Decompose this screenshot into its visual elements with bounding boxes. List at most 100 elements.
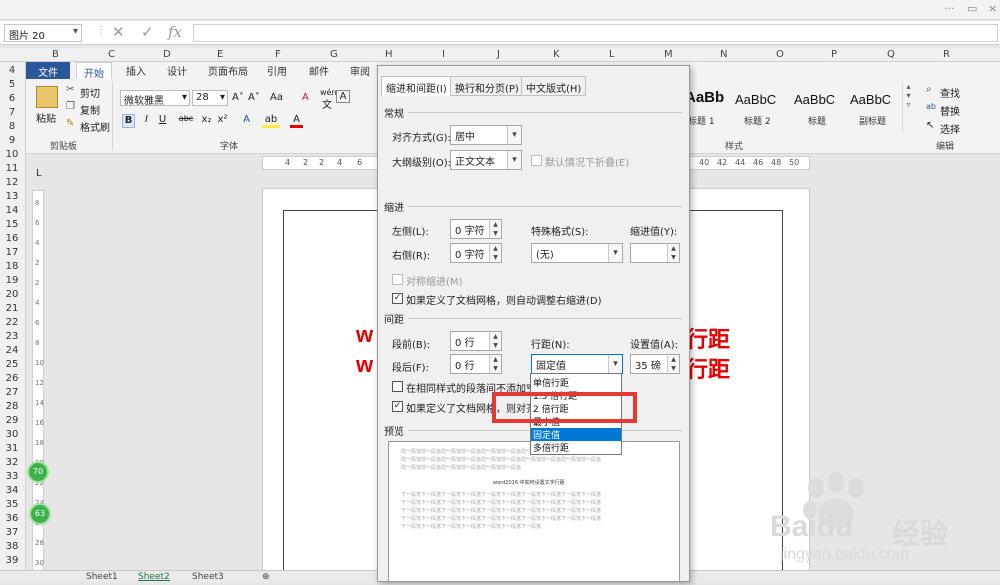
document-text[interactable]: w [356, 352, 373, 378]
format-painter-icon[interactable]: ✎ [66, 118, 74, 129]
chevron-down-icon[interactable]: ▾ [608, 244, 622, 262]
row-label[interactable]: 28 [0, 401, 24, 412]
replace-icon[interactable]: ab [926, 102, 936, 111]
line-spacing-select[interactable]: 固定值 ▾ [531, 354, 623, 374]
vertical-ruler[interactable]: 864224681012141618202224262830 70 63 [27, 190, 51, 582]
row-label[interactable]: 11 [0, 163, 24, 174]
char-border-button[interactable]: A [336, 90, 350, 103]
row-label[interactable]: 37 [0, 527, 24, 538]
column-label[interactable]: N [720, 49, 727, 60]
column-label[interactable]: F [275, 49, 281, 60]
row-label[interactable]: 15 [0, 219, 24, 230]
text-effects-button[interactable]: A [240, 114, 253, 128]
space-before-input[interactable]: 0 行 ▲ ▼ [450, 331, 502, 351]
row-label[interactable]: 23 [0, 331, 24, 342]
spin-icon[interactable]: ▲ ▼ [667, 355, 679, 373]
tab-mailings[interactable]: 邮件 [309, 63, 329, 78]
paste-icon[interactable] [36, 86, 58, 108]
tab-home[interactable]: 开始 [76, 62, 112, 80]
row-label[interactable]: 5 [0, 79, 24, 90]
drag-handle-icon[interactable]: ⋮ [96, 25, 106, 36]
column-label[interactable]: L [609, 49, 615, 60]
row-label[interactable]: 13 [0, 191, 24, 202]
row-label[interactable]: 39 [0, 555, 24, 566]
chevron-down-icon[interactable]: ▾ [73, 26, 78, 37]
row-label[interactable]: 32 [0, 457, 24, 468]
tab-asian-typography[interactable]: 中文版式(H) [521, 76, 587, 96]
column-label[interactable]: K [553, 49, 560, 60]
row-label[interactable]: 20 [0, 289, 24, 300]
sheet-tab[interactable]: Sheet3 [192, 572, 224, 582]
enter-icon[interactable]: ✓ [141, 23, 154, 41]
style-preview[interactable]: AaBbC [735, 92, 776, 107]
row-label[interactable]: 33 [0, 471, 24, 482]
spin-icon[interactable]: ▲ ▼ [489, 332, 501, 350]
add-sheet-icon[interactable]: ⊕ [262, 572, 270, 582]
column-label[interactable]: O [776, 49, 784, 60]
indent-left-input[interactable]: 0 字符 ▲ ▼ [450, 219, 502, 239]
styles-scroll[interactable]: ▴ ▾ ▿ [902, 82, 914, 132]
space-after-input[interactable]: 0 行 ▲ ▼ [450, 354, 502, 374]
column-label[interactable]: J [497, 49, 500, 60]
dropdown-option[interactable]: 单倍行距 [531, 376, 621, 389]
dropdown-option[interactable]: 多倍行距 [531, 441, 621, 454]
tab-references[interactable]: 引用 [267, 63, 287, 78]
row-label[interactable]: 26 [0, 373, 24, 384]
format-painter-button[interactable]: 格式刷 [80, 119, 110, 134]
row-label[interactable]: 21 [0, 303, 24, 314]
column-label[interactable]: R [943, 49, 950, 60]
column-label[interactable]: P [831, 49, 837, 60]
row-label[interactable]: 25 [0, 359, 24, 370]
tab-line-page-breaks[interactable]: 换行和分页(P) [450, 76, 524, 96]
shrink-font-button[interactable]: A˅ [248, 92, 260, 103]
document-text[interactable]: 行距 [686, 352, 730, 384]
row-label[interactable]: 34 [0, 485, 24, 496]
chevron-down-icon[interactable]: ▾ [507, 126, 521, 144]
sheet-tab-active[interactable]: Sheet2 [138, 572, 170, 582]
column-label[interactable]: Q [887, 49, 895, 60]
close-icon[interactable]: × [988, 2, 997, 15]
tab-insert[interactable]: 插入 [126, 63, 146, 78]
spin-icon[interactable]: ▲ ▼ [489, 355, 501, 373]
auto-adjust-checkbox[interactable]: ✓ [392, 293, 403, 304]
italic-button[interactable]: I [140, 114, 153, 128]
row-label[interactable]: 18 [0, 261, 24, 272]
spin-icon[interactable]: ▲ ▼ [667, 244, 679, 262]
snap-grid-checkbox[interactable]: ✓ [392, 401, 403, 412]
document-text[interactable]: 行距 [686, 322, 730, 354]
cursor-icon[interactable]: ↖ [926, 120, 934, 131]
row-label[interactable]: 6 [0, 93, 24, 104]
spin-icon[interactable]: ▲ ▼ [489, 244, 501, 262]
insert-function-icon[interactable]: fx [168, 23, 182, 41]
font-color-button[interactable]: A [290, 114, 303, 128]
cut-button[interactable]: 剪切 [80, 85, 100, 100]
search-icon[interactable]: ⌕ [926, 84, 932, 95]
font-name-select[interactable]: 微软雅黑 ▾ [120, 90, 190, 107]
grow-font-button[interactable]: A˄ [232, 92, 244, 103]
replace-button[interactable]: 替换 [940, 103, 960, 118]
chevron-down-icon[interactable]: ▾ [608, 355, 622, 373]
row-label[interactable]: 35 [0, 499, 24, 510]
spacing-at-input[interactable]: 35 磅 ▲ ▼ [630, 354, 680, 374]
tab-design[interactable]: 设计 [167, 63, 187, 78]
dropdown-option-selected[interactable]: 固定值 [531, 428, 621, 441]
special-format-select[interactable]: (无) ▾ [531, 243, 623, 263]
superscript-button[interactable]: x² [216, 114, 229, 128]
restore-icon[interactable]: ▭ [967, 2, 977, 15]
clear-format-button[interactable]: A [302, 92, 309, 103]
no-space-checkbox[interactable] [392, 381, 403, 392]
style-preview[interactable]: AaBbC [794, 92, 835, 107]
column-label[interactable]: D [163, 49, 171, 60]
row-label[interactable]: 10 [0, 149, 24, 160]
subscript-button[interactable]: x₂ [200, 114, 213, 128]
document-text[interactable]: w [356, 322, 373, 348]
indent-right-input[interactable]: 0 字符 ▲ ▼ [450, 243, 502, 263]
row-label[interactable]: 36 [0, 513, 24, 524]
row-label[interactable]: 29 [0, 415, 24, 426]
alignment-select[interactable]: 居中 ▾ [450, 125, 522, 145]
row-label[interactable]: 30 [0, 429, 24, 440]
row-label[interactable]: 8 [0, 121, 24, 132]
chevron-down-icon[interactable]: ▾ [507, 151, 521, 169]
column-label[interactable]: C [108, 49, 115, 60]
tab-layout[interactable]: 页面布局 [208, 63, 248, 78]
